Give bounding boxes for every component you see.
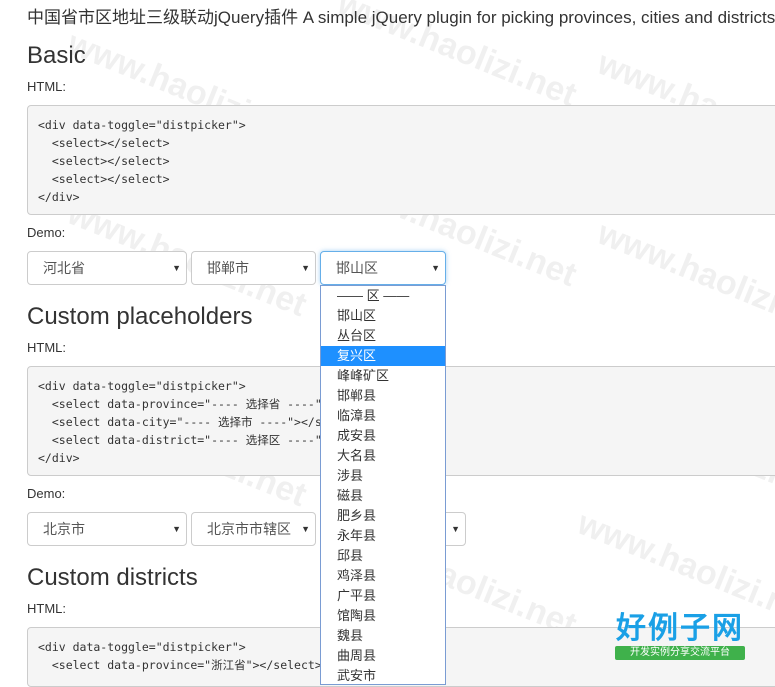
html-label: HTML: xyxy=(27,79,66,94)
select-value: 河北省 xyxy=(43,260,85,276)
dropdown-option[interactable]: 峰峰矿区 xyxy=(321,366,445,386)
demo-label: Demo: xyxy=(27,486,66,501)
section-title-basic: Basic xyxy=(27,42,86,69)
dropdown-option[interactable]: 肥乡县 xyxy=(321,506,445,526)
select-value: 邯山区 xyxy=(336,260,378,276)
section-title-custom-placeholders: Custom placeholders xyxy=(27,303,253,330)
city-select[interactable]: 邯郸市 ▼ xyxy=(191,251,316,285)
dropdown-option[interactable]: 临漳县 xyxy=(321,406,445,426)
select-value: 北京市市辖区 xyxy=(207,521,291,537)
watermark: www.haolizi.net xyxy=(592,213,775,345)
dropdown-option[interactable]: 武安市 xyxy=(321,666,445,684)
select-value: 邯郸市 xyxy=(207,260,249,276)
caret-down-icon: ▼ xyxy=(172,263,181,273)
dropdown-option-highlighted[interactable]: 复兴区 xyxy=(321,346,445,366)
dropdown-option[interactable]: 丛台区 xyxy=(321,326,445,346)
province-select[interactable]: 河北省 ▼ xyxy=(27,251,187,285)
district-dropdown-list[interactable]: —— 区 —— 邯山区 丛台区 复兴区 峰峰矿区 邯郸县 临漳县 成安县 大名县… xyxy=(320,285,446,685)
dropdown-option[interactable]: 成安县 xyxy=(321,426,445,446)
caret-down-icon: ▼ xyxy=(301,263,310,273)
section-title-custom-districts: Custom districts xyxy=(27,564,198,591)
logo-tagline: 开发实例分享交流平台 xyxy=(615,646,745,660)
logo-text: 好例子网 xyxy=(616,612,744,645)
caret-down-icon: ▼ xyxy=(301,524,310,534)
code-line: <select></select> xyxy=(38,172,170,186)
province-select[interactable]: 北京市 ▼ xyxy=(27,512,187,546)
code-line: <select></select> xyxy=(38,154,170,168)
demo-label: Demo: xyxy=(27,225,66,240)
caret-down-icon: ▼ xyxy=(172,524,181,534)
dropdown-option[interactable]: 磁县 xyxy=(321,486,445,506)
dropdown-option[interactable]: 邯山区 xyxy=(321,306,445,326)
html-label: HTML: xyxy=(27,340,66,355)
dropdown-option[interactable]: 涉县 xyxy=(321,466,445,486)
dropdown-option[interactable]: 邯郸县 xyxy=(321,386,445,406)
dropdown-option[interactable]: 馆陶县 xyxy=(321,606,445,626)
html-label: HTML: xyxy=(27,601,66,616)
dropdown-option[interactable]: —— 区 —— xyxy=(321,286,445,306)
dropdown-option[interactable]: 鸡泽县 xyxy=(321,566,445,586)
dropdown-option[interactable]: 永年县 xyxy=(321,526,445,546)
district-select[interactable]: 邯山区 ▼ xyxy=(320,251,446,285)
dropdown-option[interactable]: 邱县 xyxy=(321,546,445,566)
code-block-basic: <div data-toggle="distpicker"> <select><… xyxy=(27,105,775,215)
city-select[interactable]: 北京市市辖区 ▼ xyxy=(191,512,316,546)
caret-down-icon: ▼ xyxy=(431,263,440,273)
code-line: </div> xyxy=(38,190,80,204)
page-title: 中国省市区地址三级联动jQuery插件 A simple jQuery plug… xyxy=(27,8,775,27)
select-value: 北京市 xyxy=(43,521,85,537)
site-logo: 好例子网 开发实例分享交流平台 xyxy=(615,612,745,662)
dropdown-option[interactable]: 曲周县 xyxy=(321,646,445,666)
caret-down-icon: ▼ xyxy=(451,524,460,534)
dropdown-option[interactable]: 大名县 xyxy=(321,446,445,466)
code-line: <div data-toggle="distpicker"> xyxy=(38,118,246,132)
dropdown-option[interactable]: 魏县 xyxy=(321,626,445,646)
dropdown-option[interactable]: 广平县 xyxy=(321,586,445,606)
code-line: <select></select> xyxy=(38,136,170,150)
